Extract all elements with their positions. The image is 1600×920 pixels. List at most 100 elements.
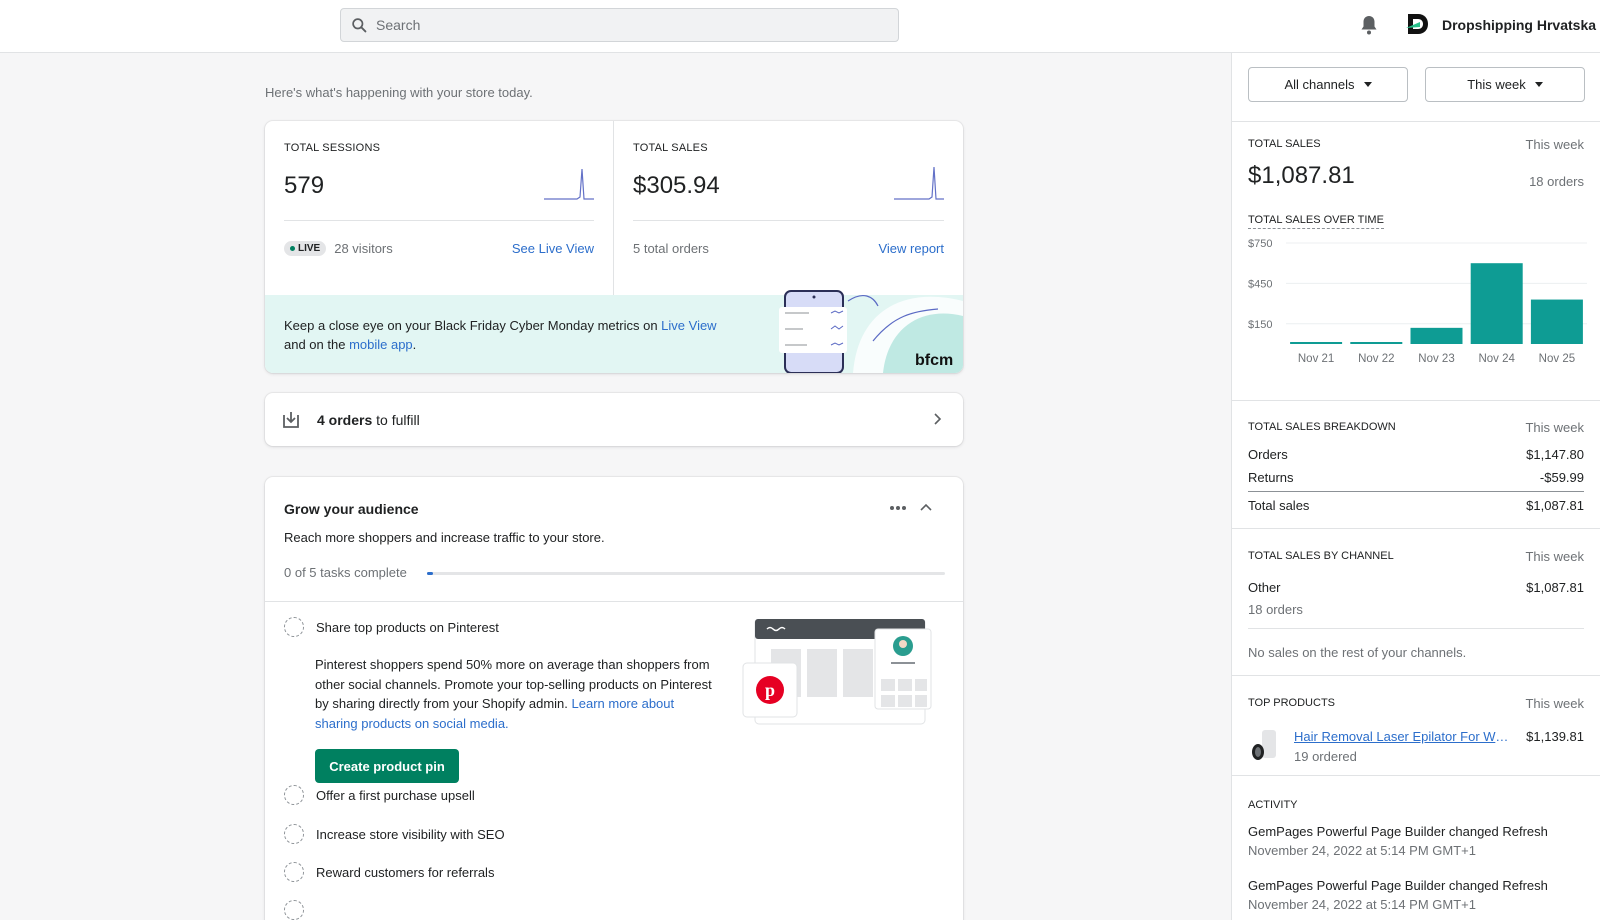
mobile-app-link[interactable]: mobile app <box>349 337 413 352</box>
sales-over-time-label[interactable]: TOTAL SALES OVER TIME <box>1248 214 1384 229</box>
live-badge-label: LIVE <box>298 243 321 254</box>
task-pinterest[interactable]: Share top products on Pinterest <box>284 617 499 637</box>
grow-title: Grow your audience <box>284 501 419 517</box>
breakdown-total-value: $1,087.81 <box>1526 498 1584 513</box>
top-product-value: $1,139.81 <box>1526 729 1584 744</box>
visitors-count: 28 visitors <box>334 241 393 256</box>
chevron-up-icon[interactable] <box>918 500 934 516</box>
more-horizontal-icon[interactable] <box>888 502 908 514</box>
tasks-progress-fill <box>427 572 433 575</box>
chart-bar[interactable] <box>1350 342 1403 344</box>
activity-item-time: November 24, 2022 at 5:14 PM GMT+1 <box>1248 897 1476 912</box>
activity-item-text[interactable]: GemPages Powerful Page Builder changed R… <box>1248 824 1548 839</box>
task-upsell[interactable]: Offer a first purchase upsell <box>284 785 475 805</box>
task-circle-icon[interactable] <box>284 900 304 920</box>
this-week-label: This week <box>1467 77 1526 92</box>
total-sales-orders: 18 orders <box>1529 174 1584 189</box>
chart-bar[interactable] <box>1410 327 1463 344</box>
analytics-sidebar: All channels This week TOTAL SALES This … <box>1231 53 1600 920</box>
product-thumbnail[interactable] <box>1248 726 1284 762</box>
total-sales-label: TOTAL SALES <box>1248 138 1321 150</box>
sessions-metric: TOTAL SESSIONS 579 LIVE 28 visitors See … <box>265 121 614 295</box>
banner-text: Keep a close eye on your Black Friday Cy… <box>284 316 734 354</box>
y-tick-label: $150 <box>1248 319 1272 331</box>
live-dot-icon <box>290 246 295 251</box>
activity-item-time: November 24, 2022 at 5:14 PM GMT+1 <box>1248 843 1476 858</box>
search-placeholder: Search <box>376 17 421 33</box>
task-circle-icon[interactable] <box>284 617 304 637</box>
bfcm-label: bfcm <box>915 352 953 369</box>
activity-label: ACTIVITY <box>1248 799 1298 811</box>
channel-orders: 18 orders <box>1248 602 1303 617</box>
y-tick-label: $750 <box>1248 238 1272 250</box>
tasks-progress-label: 0 of 5 tasks complete <box>284 565 407 580</box>
sales-over-time-chart: $750 $450 $150 Nov 21 Nov 22 Nov 23 Nov 24 Nov … <box>1248 238 1587 365</box>
download-tray-icon <box>283 411 299 428</box>
task-circle-icon[interactable] <box>284 824 304 844</box>
top-products-period: This week <box>1525 696 1584 711</box>
divider <box>1232 775 1600 776</box>
divider <box>1232 528 1600 529</box>
top-product-ordered: 19 ordered <box>1294 749 1357 764</box>
task-pinterest-body: Pinterest shoppers spend 50% more on ave… <box>315 655 715 733</box>
sales-sparkline <box>894 166 944 200</box>
divider <box>265 601 963 602</box>
grow-audience-card: Grow your audience Reach more shoppers a… <box>265 477 963 920</box>
orders-to-fulfill-card[interactable]: 4 orders to fulfill <box>265 393 963 446</box>
task-more[interactable] <box>284 900 316 920</box>
orders-to-fulfill-label: to fulfill <box>372 411 420 428</box>
task-label: Offer a first purchase upsell <box>316 787 475 803</box>
caret-down-icon <box>1363 82 1372 87</box>
banner-text-part: Keep a close eye on your Black Friday Cy… <box>284 318 662 333</box>
task-referrals[interactable]: Reward customers for referrals <box>284 862 494 882</box>
divider <box>1248 628 1584 629</box>
breakdown-returns-value: -$59.99 <box>1539 470 1584 485</box>
breakdown-orders-value: $1,147.80 <box>1526 447 1584 462</box>
tasks-progress-bar <box>427 572 945 575</box>
task-circle-icon[interactable] <box>284 862 304 882</box>
svg-text:p: p <box>765 680 775 700</box>
see-live-view-link[interactable]: See Live View <box>512 241 594 256</box>
bell-icon[interactable] <box>1359 14 1379 36</box>
caret-down-icon <box>1534 82 1543 87</box>
bfcm-banner: Keep a close eye on your Black Friday Cy… <box>265 290 963 373</box>
divider <box>1232 121 1600 122</box>
all-channels-label: All channels <box>1284 77 1355 92</box>
bfcm-illustration: bfcm <box>779 290 963 373</box>
breakdown-orders-label: Orders <box>1248 447 1288 462</box>
task-seo[interactable]: Increase store visibility with SEO <box>284 824 505 844</box>
sessions-label: TOTAL SESSIONS <box>284 142 381 154</box>
live-view-link[interactable]: Live View <box>661 318 716 333</box>
top-product-link[interactable]: Hair Removal Laser Epilator For Women <box>1294 729 1514 744</box>
store-logo-icon[interactable] <box>1404 10 1432 38</box>
task-label: Share top products on Pinterest <box>316 619 499 635</box>
breakdown-returns-label: Returns <box>1248 470 1294 485</box>
no-sales-note: No sales on the rest of your channels. <box>1248 645 1467 660</box>
task-label: Reward customers for referrals <box>316 864 495 880</box>
grow-description: Reach more shoppers and increase traffic… <box>284 530 605 545</box>
activity-item-text[interactable]: GemPages Powerful Page Builder changed R… <box>1248 878 1548 893</box>
live-badge: LIVE <box>284 241 327 256</box>
chart-bar[interactable] <box>1530 299 1583 344</box>
breakdown-total-label: Total sales <box>1248 498 1310 513</box>
chevron-right-icon <box>934 413 942 425</box>
total-sales-value: $1,087.81 <box>1248 162 1355 189</box>
create-product-pin-button[interactable]: Create product pin <box>315 749 459 783</box>
divider <box>633 220 944 221</box>
divider <box>284 220 594 221</box>
this-week-dropdown[interactable]: This week <box>1425 67 1585 102</box>
view-report-link[interactable]: View report <box>878 241 944 256</box>
chart-bar[interactable] <box>1470 263 1523 344</box>
divider <box>1232 675 1600 676</box>
channel-name: Other <box>1248 580 1281 595</box>
search-input[interactable]: Search <box>340 8 899 42</box>
all-channels-dropdown[interactable]: All channels <box>1248 67 1408 102</box>
store-name[interactable]: Dropshipping Hrvatska <box>1442 17 1596 33</box>
metrics-card: TOTAL SESSIONS 579 LIVE 28 visitors See … <box>265 121 963 373</box>
channel-value: $1,087.81 <box>1526 580 1584 595</box>
banner-text-part: and on the <box>284 337 350 352</box>
task-circle-icon[interactable] <box>284 785 304 805</box>
breakdown-period: This week <box>1525 420 1584 435</box>
chart-bar[interactable] <box>1290 342 1343 344</box>
search-icon <box>352 17 367 32</box>
